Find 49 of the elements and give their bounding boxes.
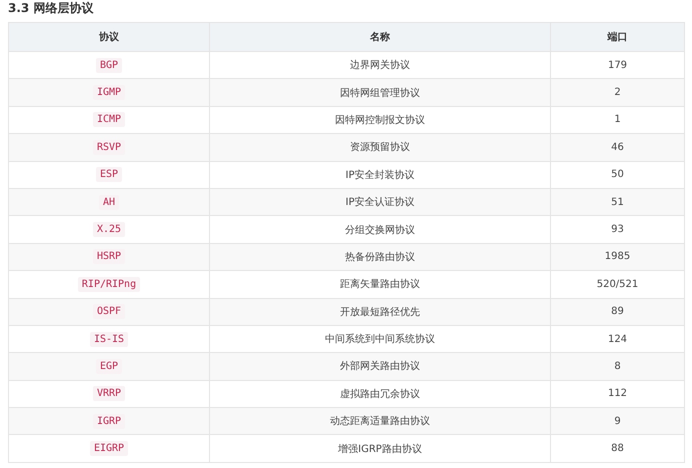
column-header: 名称: [210, 22, 550, 52]
protocol-code: X.25: [92, 222, 126, 238]
table-cell: 124: [550, 325, 684, 353]
column-header: 协议: [8, 22, 210, 52]
table-cell: 51: [550, 188, 684, 216]
table-cell: 179: [550, 52, 684, 79]
protocol-code: BGP: [96, 58, 122, 73]
table-cell: 距离矢量路由协议: [210, 270, 550, 298]
protocol-code: IGRP: [92, 414, 126, 429]
table-cell: 1985: [550, 243, 684, 271]
table-cell: 中间系统到中间系统协议: [210, 325, 550, 353]
section-heading: 3.3 网络层协议: [8, 0, 94, 17]
table-cell: 外部网关路由协议: [210, 352, 550, 380]
protocol-code: OSPF: [92, 304, 126, 320]
protocol-code: EIGRP: [90, 441, 128, 456]
table-cell: 动态距离适量路由协议: [210, 408, 550, 435]
protocol-code: IGMP: [92, 85, 126, 100]
table-cell: 520/521: [550, 270, 684, 298]
table-cell: 虚拟路由冗余协议: [210, 380, 550, 408]
protocol-code: VRRP: [92, 386, 126, 402]
table-cell: 9: [550, 408, 684, 435]
table-cell: 开放最短路径优先: [210, 298, 550, 326]
table-cell: 46: [550, 134, 684, 162]
table-cell: IP安全封装协议: [210, 161, 550, 188]
protocol-code: ESP: [96, 167, 122, 182]
table-cell: 增强IGRP路由协议: [210, 434, 550, 462]
table-cell: 因特网组管理协议: [210, 78, 550, 106]
table-cell: 88: [550, 434, 684, 462]
table-cell: 边界网关协议: [210, 52, 550, 79]
table-cell: 分组交换网协议: [210, 216, 550, 244]
table-cell: 89: [550, 298, 684, 326]
table-cell: 50: [550, 161, 684, 188]
table-cell: 1: [550, 106, 684, 134]
table-cell: 2: [550, 78, 684, 106]
table-cell: 93: [550, 216, 684, 244]
table-cell: IP安全认证协议: [210, 188, 550, 216]
protocol-code: AH: [98, 194, 120, 210]
protocol-code: IS-IS: [90, 332, 128, 347]
table-cell: 资源预留协议: [210, 134, 550, 162]
table-cell: 因特网控制报文协议: [210, 106, 550, 134]
protocol-code: HSRP: [92, 249, 126, 264]
table-cell: 热备份路由协议: [210, 243, 550, 271]
protocol-code: ICMP: [92, 112, 126, 128]
table-cell: 8: [550, 352, 684, 380]
protocol-code: RSVP: [92, 140, 126, 155]
protocol-code: RIP/RIPng: [78, 276, 140, 292]
table-cell: 112: [550, 380, 684, 408]
column-header: 端口: [550, 22, 684, 52]
protocol-code: EGP: [96, 358, 122, 374]
